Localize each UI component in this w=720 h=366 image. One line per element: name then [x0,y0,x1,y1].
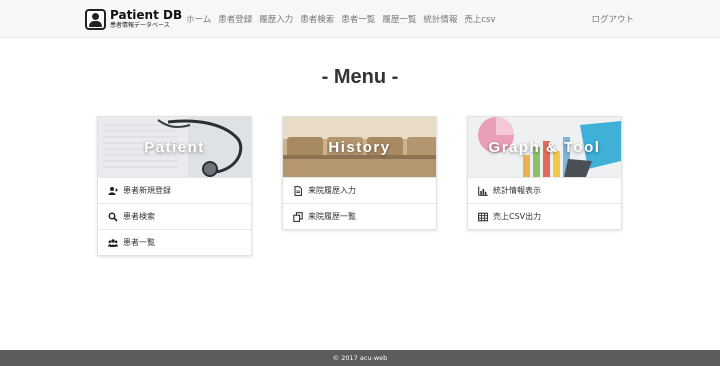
card-banner-graph-tool: Graph & Tool [468,117,621,177]
brand-logo[interactable]: Patient DB 患者情報データベース [85,7,182,31]
user-plus-icon [108,186,118,196]
card-title-patient: Patient [144,138,205,156]
menu-item-patient-search[interactable]: 患者検索 [98,203,251,229]
nav-link-history-list[interactable]: 履歴一覧 [382,13,416,25]
brand-text: Patient DB 患者情報データベース [110,9,182,29]
users-icon [108,238,118,248]
brand-subtitle: 患者情報データベース [110,22,170,29]
card-graph-tool: Graph & Tool 統計情報表示 売上CSV出力 [467,116,622,230]
nav-link-sales-csv[interactable]: 売上csv [464,13,495,25]
menu-item-label: 来院履歴入力 [308,186,356,195]
card-banner-patient: Patient [98,117,251,177]
nav-link-patient-list[interactable]: 患者一覧 [341,13,375,25]
document-icon [293,185,303,196]
menu-item-label: 統計情報表示 [493,186,541,195]
menu-item-statistics[interactable]: 統計情報表示 [468,177,621,203]
brand-title: Patient DB [110,8,183,22]
menu-item-patient-new[interactable]: 患者新規登録 [98,177,251,203]
navbar: Patient DB 患者情報データベース ホーム 患者登録 履歴入力 患者検索… [0,0,720,38]
menu-item-patient-list[interactable]: 患者一覧 [98,229,251,255]
card-history: History 来院履歴入力 来院履歴一覧 [282,116,437,230]
nav-link-patient-search[interactable]: 患者検索 [300,13,334,25]
menu-item-history-list[interactable]: 来院履歴一覧 [283,203,436,229]
menu-item-label: 患者新規登録 [123,186,171,195]
card-title-graph-tool: Graph & Tool [488,138,601,156]
nav-link-history-input[interactable]: 履歴入力 [259,13,293,25]
menu-item-sales-csv[interactable]: 売上CSV出力 [468,203,621,229]
search-icon [108,212,118,222]
patient-icon [85,8,106,30]
copyright-text: © 2017 acu-web [332,354,388,362]
nav-link-patient-register[interactable]: 患者登録 [218,13,252,25]
card-title-history: History [328,138,391,156]
nav-links: ホーム 患者登録 履歴入力 患者検索 患者一覧 履歴一覧 統計情報 売上csv [186,0,502,38]
table-icon [478,212,488,222]
menu-item-label: 来院履歴一覧 [308,212,356,221]
card-banner-history: History [283,117,436,177]
page-title: - Menu - [321,66,399,88]
nav-link-statistics[interactable]: 統計情報 [423,13,457,25]
menu-item-label: 売上CSV出力 [493,212,542,221]
menu-item-history-input[interactable]: 来院履歴入力 [283,177,436,203]
card-patient: Patient 患者新規登録 患者検索 患者一覧 [97,116,252,256]
menu-item-label: 患者一覧 [123,238,155,247]
bar-chart-icon [478,186,488,196]
logout-link[interactable]: ログアウト [591,0,634,38]
menu-item-label: 患者検索 [123,212,155,221]
copy-icon [293,211,303,222]
footer: © 2017 acu-web [0,350,720,366]
nav-link-home[interactable]: ホーム [186,13,211,25]
